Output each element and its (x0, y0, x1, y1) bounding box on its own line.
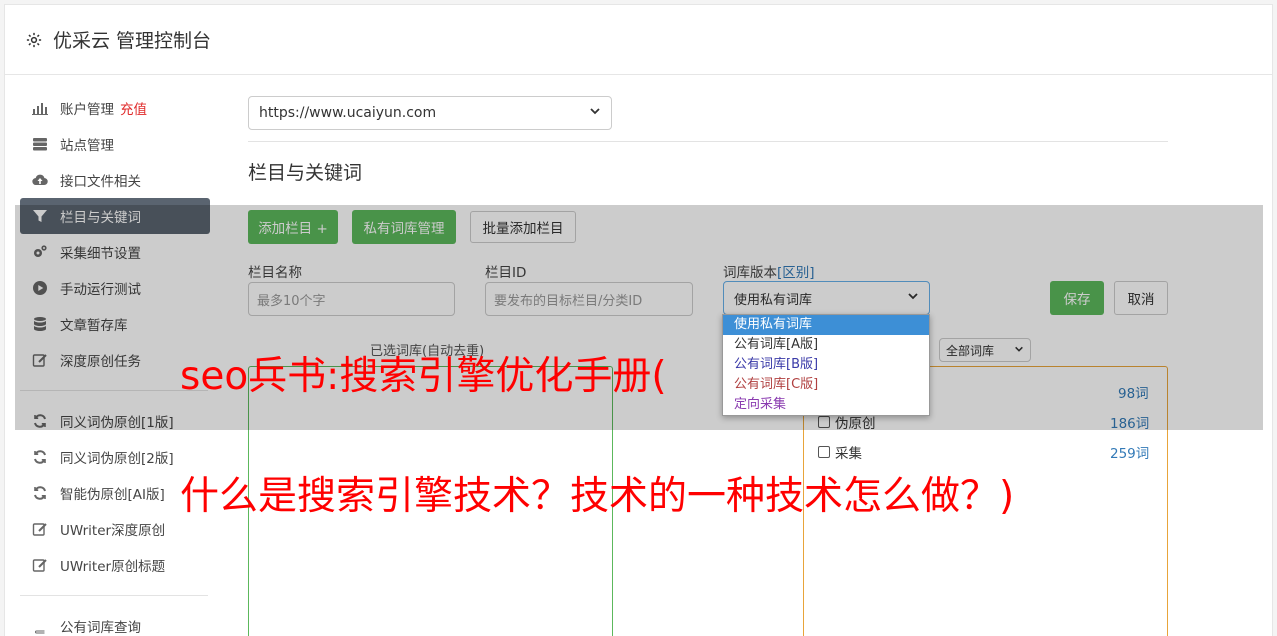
version-dropdown-list[interactable]: 使用私有词库 公有词库[A版] 公有词库[B版] 公有词库[C版] 定向采集 (722, 314, 930, 416)
lib-count: 259词 (1110, 446, 1150, 462)
sidebar-item-label: 智能伪原创[AI版] (60, 487, 165, 503)
checkbox[interactable] (818, 446, 830, 458)
recharge-link[interactable]: 充值 (120, 98, 147, 118)
sidebar-item-interface[interactable]: 接口文件相关 (20, 162, 210, 198)
server-icon (32, 136, 48, 152)
book-icon (32, 618, 48, 634)
sidebar-divider (20, 595, 208, 596)
divider (248, 141, 1168, 142)
main-content: https://www.ucaiyun.com 栏目与关键词 (244, 96, 1168, 185)
gear-icon (25, 31, 43, 49)
edit-icon (32, 557, 48, 573)
app-title: 优采云 管理控制台 (53, 30, 212, 52)
dropdown-option[interactable]: 公有词库[B版] (723, 355, 929, 375)
cloud-upload-icon (32, 172, 48, 188)
sidebar-item-label: 账户管理 (60, 102, 114, 118)
edit-icon (32, 521, 48, 537)
chevron-down-icon (589, 105, 601, 121)
header: 优采云 管理控制台 (5, 5, 1272, 75)
sidebar-item-uwriter-title[interactable]: UWriter原创标题 (20, 547, 210, 583)
sidebar-item-label: 站点管理 (60, 138, 114, 154)
site-select[interactable]: https://www.ucaiyun.com (248, 96, 612, 130)
dropdown-option[interactable]: 定向采集 (723, 395, 929, 415)
section-title: 栏目与关键词 (248, 162, 363, 184)
list-item[interactable]: 采集 (818, 442, 862, 462)
sidebar-item-label: 公有词库查询 (60, 620, 141, 636)
dropdown-option[interactable]: 公有词库[A版] (723, 335, 929, 355)
sidebar-item-sites[interactable]: 站点管理 (20, 126, 210, 162)
overlay-headline-line1: seo兵书:搜索引擎优化手册( (180, 354, 667, 399)
dropdown-option[interactable]: 使用私有词库 (723, 315, 929, 335)
sidebar-item-public-lib[interactable]: 公有词库查询 (20, 608, 210, 636)
refresh-icon (32, 485, 48, 501)
dropdown-option[interactable]: 公有词库[C版] (723, 375, 929, 395)
sidebar-item-account[interactable]: 账户管理 充值 (20, 90, 210, 126)
refresh-icon (32, 449, 48, 465)
sidebar-item-label: UWriter原创标题 (60, 559, 166, 575)
bar-chart-icon (32, 100, 48, 116)
sidebar-item-label: 同义词伪原创[2版] (60, 451, 174, 467)
sidebar-item-label: 接口文件相关 (60, 174, 141, 190)
overlay-headline-line2: 什么是搜索引擎技术？技术的一种技术怎么做？) (180, 474, 1015, 519)
sidebar-item-label: UWriter深度原创 (60, 523, 166, 539)
